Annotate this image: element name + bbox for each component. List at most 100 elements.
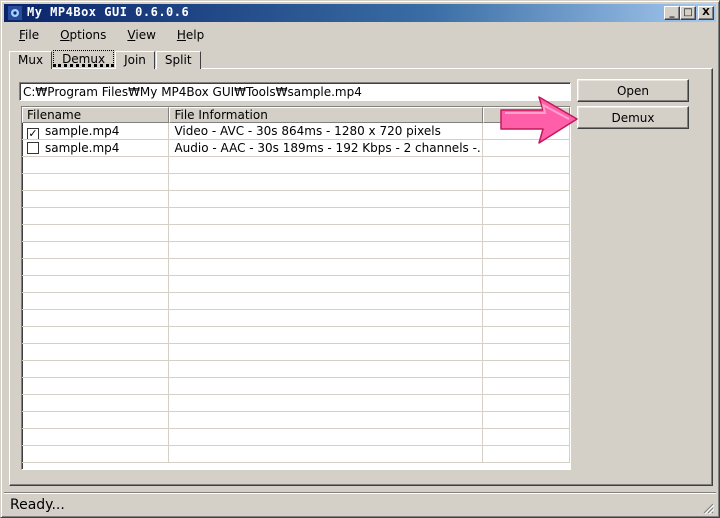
cell-file-information [169, 259, 484, 275]
column-header-file-information[interactable]: File Information [169, 107, 484, 123]
menu-file[interactable]: File [7, 26, 48, 44]
cell-filename [22, 310, 170, 326]
cell-filename [22, 259, 170, 275]
cell-filename-text: sample.mp4 [45, 141, 120, 155]
cell-file-information: Video - AVC - 30s 864ms - 1280 x 720 pix… [169, 123, 484, 139]
table-row[interactable]: sample.mp4 Audio - AAC - 30s 189ms - 192 … [22, 140, 570, 157]
empty-table-row[interactable] [22, 378, 570, 395]
empty-table-row[interactable] [22, 276, 570, 293]
empty-table-row[interactable] [22, 429, 570, 446]
window-controls: _ □ X [664, 6, 714, 20]
empty-table-row[interactable] [22, 361, 570, 378]
cell-filename [22, 429, 170, 445]
cell-filename [22, 174, 170, 190]
cell-extra [483, 242, 570, 258]
cell-filename [22, 327, 170, 343]
empty-table-row[interactable] [22, 208, 570, 225]
pink-arrow-annotation [500, 96, 578, 144]
app-window: My MP4Box GUI 0.6.0.6 _ □ X File Options… [0, 0, 720, 518]
status-text: Ready... [10, 497, 65, 513]
cell-filename: ✓ sample.mp4 [22, 123, 170, 139]
close-icon[interactable]: X [698, 6, 714, 20]
empty-table-row[interactable] [22, 446, 570, 463]
empty-table-row[interactable] [22, 310, 570, 327]
title-bar[interactable]: My MP4Box GUI 0.6.0.6 _ □ X [4, 4, 716, 22]
cell-file-information [169, 174, 484, 190]
open-button[interactable]: Open [577, 79, 689, 102]
cell-filename [22, 412, 170, 428]
resize-grip-icon[interactable] [702, 502, 714, 514]
empty-table-row[interactable] [22, 174, 570, 191]
maximize-icon[interactable]: □ [680, 6, 696, 20]
cell-extra [483, 191, 570, 207]
file-path-input[interactable] [19, 82, 571, 101]
app-icon [8, 6, 22, 20]
cell-extra [483, 361, 570, 377]
cell-file-information [169, 242, 484, 258]
cell-filename [22, 208, 170, 224]
cell-file-information [169, 208, 484, 224]
cell-extra [483, 429, 570, 445]
empty-table-row[interactable] [22, 191, 570, 208]
cell-extra [483, 327, 570, 343]
tab-demux[interactable]: Demux [53, 50, 115, 67]
stream-grid[interactable]: Filename File Information ✓ sample.mp4 Vid… [21, 106, 571, 470]
cell-filename [22, 293, 170, 309]
status-bar: Ready... [4, 492, 716, 516]
menu-bar: File Options View Help [7, 26, 213, 44]
empty-table-row[interactable] [22, 157, 570, 174]
menu-file-label: File [19, 28, 40, 42]
cell-extra [483, 174, 570, 190]
cell-extra [483, 446, 570, 462]
stream-checkbox[interactable]: ✓ [27, 128, 39, 139]
empty-table-row[interactable] [22, 412, 570, 429]
cell-extra [483, 378, 570, 394]
cell-file-information [169, 446, 484, 462]
cell-extra [483, 259, 570, 275]
cell-filename [22, 395, 170, 411]
cell-extra [483, 310, 570, 326]
cell-filename [22, 157, 170, 173]
cell-extra [483, 344, 570, 360]
empty-table-row[interactable] [22, 293, 570, 310]
cell-extra [483, 412, 570, 428]
tab-mux[interactable]: Mux [9, 51, 53, 69]
cell-filename [22, 344, 170, 360]
minimize-icon[interactable]: _ [664, 6, 680, 20]
cell-file-information [169, 310, 484, 326]
tab-join[interactable]: Join [115, 51, 155, 69]
cell-extra [483, 293, 570, 309]
cell-file-information [169, 157, 484, 173]
cell-filename [22, 276, 170, 292]
stream-checkbox[interactable] [27, 142, 39, 154]
cell-file-information [169, 344, 484, 360]
cell-file-information [169, 412, 484, 428]
menu-help[interactable]: Help [165, 26, 213, 44]
empty-table-row[interactable] [22, 259, 570, 276]
cell-filename [22, 446, 170, 462]
menu-options[interactable]: Options [48, 26, 115, 44]
cell-filename [22, 361, 170, 377]
menu-help-label: Help [176, 28, 205, 42]
empty-table-row[interactable] [22, 242, 570, 259]
tab-strip: Mux Demux Join Split [9, 50, 202, 69]
empty-table-row[interactable] [22, 395, 570, 412]
menu-view-label: View [127, 28, 156, 42]
cell-file-information [169, 191, 484, 207]
demux-button[interactable]: Demux [577, 106, 689, 129]
menu-view[interactable]: View [115, 26, 164, 44]
cell-extra [483, 208, 570, 224]
grid-body: ✓ sample.mp4 Video - AVC - 30s 864ms - 128… [22, 123, 570, 463]
cell-extra [483, 157, 570, 173]
cell-filename [22, 225, 170, 241]
window-title: My MP4Box GUI 0.6.0.6 [27, 5, 190, 19]
cell-file-information: Audio - AAC - 30s 189ms - 192 Kbps - 2 c… [169, 140, 484, 156]
empty-table-row[interactable] [22, 344, 570, 361]
cell-file-information [169, 361, 484, 377]
table-row[interactable]: ✓ sample.mp4 Video - AVC - 30s 864ms - 128… [22, 123, 570, 140]
grid-header: Filename File Information [22, 107, 570, 123]
column-header-filename[interactable]: Filename [22, 107, 170, 123]
empty-table-row[interactable] [22, 327, 570, 344]
tab-split[interactable]: Split [155, 51, 201, 69]
empty-table-row[interactable] [22, 225, 570, 242]
